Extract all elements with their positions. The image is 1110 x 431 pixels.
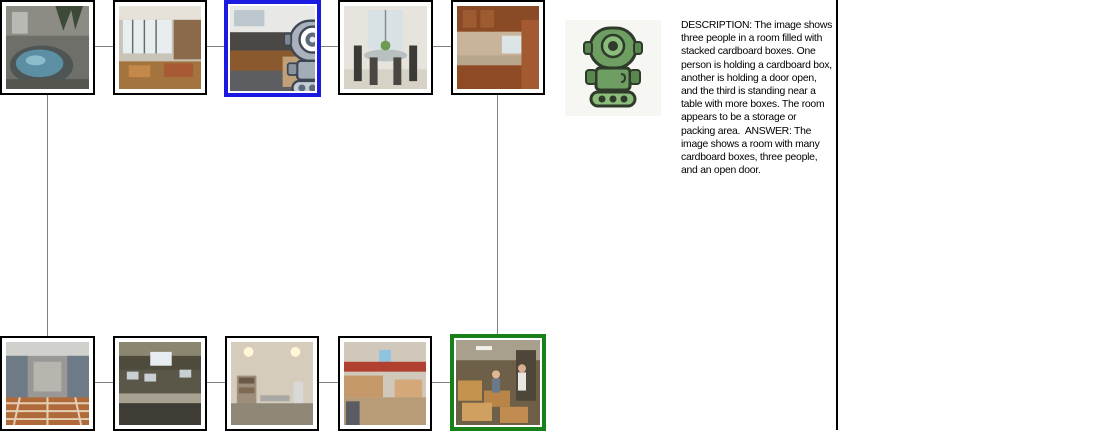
room-thumbnail-storage-boxes (456, 340, 540, 425)
panel-divider (836, 0, 838, 430)
agent-description-text: DESCRIPTION: The image shows three peopl… (681, 20, 835, 177)
room-node-dining-room[interactable] (338, 0, 433, 95)
room-thumbnail-utility-room (231, 342, 313, 425)
room-thumbnail-office-workroom (230, 6, 315, 91)
room-node-storage-goal[interactable] (450, 334, 546, 431)
room-node-utility-room[interactable] (225, 336, 319, 431)
edge-right-vertical (497, 94, 498, 335)
room-thumbnail-locker-room (6, 342, 89, 425)
room-node-locker-room[interactable] (0, 336, 95, 431)
room-node-office-workroom-current[interactable] (224, 0, 321, 97)
room-node-computer-lab[interactable] (113, 336, 207, 431)
edge-top-2-3 (206, 46, 224, 47)
agent-avatar-panel (565, 20, 661, 116)
edge-left-vertical (47, 94, 48, 337)
room-thumbnail-hot-tub (6, 6, 89, 89)
room-node-lobby-lounge[interactable] (113, 0, 207, 95)
edge-top-1-2 (94, 46, 114, 47)
edge-bottom-1-2 (94, 382, 114, 383)
room-node-kitchen[interactable] (451, 0, 545, 95)
room-thumbnail-lobby-lounge (119, 6, 201, 89)
edge-bottom-2-3 (206, 382, 226, 383)
robot-icon (583, 26, 643, 108)
edge-top-4-5 (432, 46, 452, 47)
room-thumbnail-stockroom (344, 342, 426, 425)
room-thumbnail-dining-room (344, 6, 427, 89)
room-node-stockroom[interactable] (338, 336, 432, 431)
room-thumbnail-computer-lab (119, 342, 201, 425)
room-node-hot-tub[interactable] (0, 0, 95, 95)
edge-bottom-4-5 (431, 382, 450, 383)
robot-icon (283, 19, 315, 91)
edge-top-3-4 (320, 46, 339, 47)
edge-bottom-3-4 (318, 382, 339, 383)
room-thumbnail-kitchen (457, 6, 539, 89)
